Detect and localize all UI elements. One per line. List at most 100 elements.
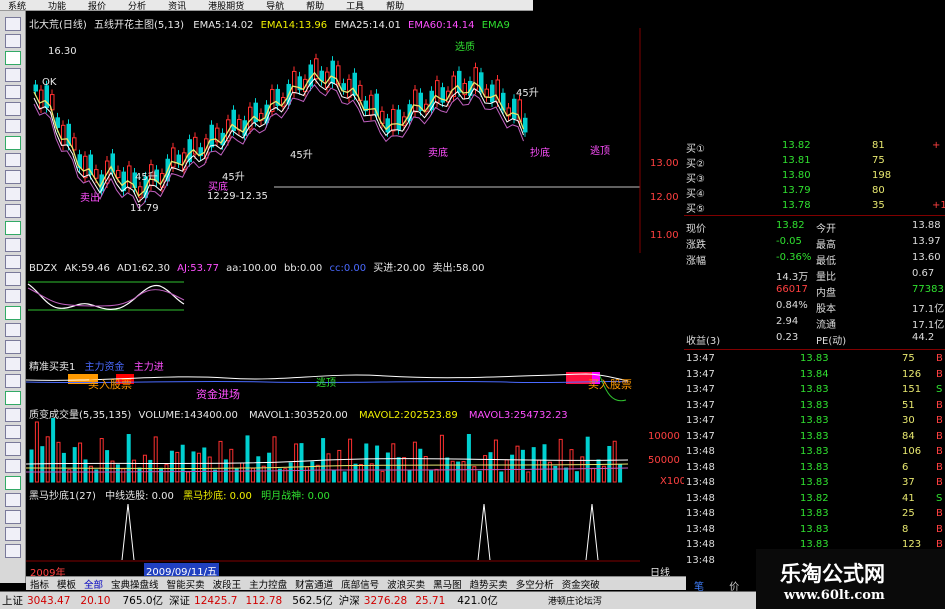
indicator-tab[interactable]: 模板 bbox=[53, 577, 80, 591]
chart-icon[interactable] bbox=[5, 289, 21, 303]
menu-item-system[interactable]: 系统 bbox=[0, 0, 26, 12]
hs-label: 沪深 bbox=[338, 595, 360, 607]
menu-item-hk-futures[interactable]: 港股期货 bbox=[200, 0, 244, 12]
menu-item-info[interactable]: 资讯 bbox=[160, 0, 186, 12]
tick-volume: 25 bbox=[902, 508, 915, 519]
stat-label: 收益(3) bbox=[686, 336, 721, 347]
volume-bar bbox=[159, 467, 164, 483]
chart-icon[interactable] bbox=[5, 459, 21, 473]
volume-bar bbox=[612, 440, 617, 483]
volume-bar bbox=[434, 468, 439, 483]
chart-icon[interactable] bbox=[5, 68, 21, 82]
tick-price: 13.83 bbox=[800, 415, 829, 426]
tick-row: 13:47 13.83 84 B bbox=[684, 431, 945, 445]
chart-icon[interactable] bbox=[5, 51, 21, 65]
tick-row: 13:48 13.83 37 B bbox=[684, 477, 945, 491]
y-tick-13: 13.00 bbox=[650, 158, 679, 169]
candlestick-chart[interactable] bbox=[26, 28, 684, 253]
chart-icon[interactable] bbox=[5, 306, 21, 320]
stat-value-2: 0.67 bbox=[912, 268, 935, 279]
volume-bar bbox=[121, 468, 126, 483]
tick-volume: 6 bbox=[902, 461, 909, 473]
chart-icon[interactable] bbox=[5, 408, 21, 422]
indicator-tab[interactable]: 波段王 bbox=[209, 577, 246, 591]
tick-time: 13:47 bbox=[686, 384, 715, 395]
menu-item-tools[interactable]: 工具 bbox=[338, 0, 364, 12]
indicator-tab[interactable]: 资金突破 bbox=[558, 577, 604, 591]
indicator-tab[interactable]: 波浪买卖 bbox=[383, 577, 429, 591]
chart-icon[interactable] bbox=[5, 493, 21, 507]
chart-icon[interactable] bbox=[5, 272, 21, 286]
tick-time: 13:47 bbox=[686, 430, 715, 442]
chart-icon[interactable] bbox=[5, 442, 21, 456]
candle bbox=[473, 67, 478, 90]
chart-icon[interactable] bbox=[5, 544, 21, 558]
chart-icon[interactable] bbox=[5, 391, 21, 405]
indicator-tab[interactable]: 智能买卖 bbox=[163, 577, 209, 591]
chart-icon[interactable] bbox=[5, 136, 21, 150]
chart-icon[interactable] bbox=[5, 323, 21, 337]
volume-bar bbox=[515, 445, 520, 483]
chart-icon[interactable] bbox=[5, 34, 21, 48]
menu-item-quote[interactable]: 报价 bbox=[80, 0, 106, 12]
volume-bar bbox=[488, 452, 493, 483]
bdzx-cc: cc:0.00 bbox=[329, 263, 367, 274]
menu-item-function[interactable]: 功能 bbox=[40, 0, 66, 12]
chart-icon[interactable] bbox=[5, 204, 21, 218]
indicator-tab[interactable]: 宝典操盘线 bbox=[107, 577, 163, 591]
menu-item-help2[interactable]: 帮助 bbox=[378, 0, 404, 12]
chart-icon[interactable] bbox=[5, 510, 21, 524]
chart-icon[interactable] bbox=[5, 187, 21, 201]
chart-icon[interactable] bbox=[5, 102, 21, 116]
forum-link[interactable]: 港顿庄论坛泻 bbox=[548, 594, 602, 607]
candle bbox=[292, 70, 297, 94]
stat-row: 涨幅 -0.36% 最低 13.60 bbox=[684, 252, 945, 267]
tick-row: 13:48 13.83 25 B bbox=[684, 508, 945, 522]
menu-item-help[interactable]: 帮助 bbox=[298, 0, 324, 12]
chart-icon[interactable] bbox=[5, 255, 21, 269]
chart-icon[interactable] bbox=[5, 425, 21, 439]
tick-flag: B bbox=[936, 415, 943, 426]
indicator-tab[interactable]: 多空分析 bbox=[512, 577, 558, 591]
volume-bar bbox=[126, 434, 131, 483]
indicator-tab[interactable]: 趋势买卖 bbox=[466, 577, 512, 591]
tick-price: 13.83 bbox=[800, 399, 829, 411]
chart-icon[interactable] bbox=[5, 85, 21, 99]
stat-value: 14.3万 bbox=[776, 272, 809, 283]
chart-icon[interactable] bbox=[5, 153, 21, 167]
stat-value: 2.94 bbox=[776, 316, 799, 327]
candle bbox=[391, 108, 396, 132]
indicator-tab[interactable]: 黑马图 bbox=[429, 577, 466, 591]
indicator-tab[interactable]: 底部信号 bbox=[337, 577, 383, 591]
bdzx-oscillator[interactable] bbox=[26, 272, 186, 320]
indicator-tab[interactable]: 主力控盘 bbox=[245, 577, 291, 591]
blackhorse-chart[interactable] bbox=[26, 500, 640, 562]
chart-icon[interactable] bbox=[5, 374, 21, 388]
chart-icon[interactable] bbox=[5, 357, 21, 371]
tick-price: 13.83 bbox=[800, 384, 829, 395]
chart-icon[interactable] bbox=[5, 340, 21, 354]
volume-bar bbox=[186, 471, 191, 483]
chart-icon[interactable] bbox=[5, 119, 21, 133]
volume-bar bbox=[348, 438, 353, 483]
chart-icon[interactable] bbox=[5, 17, 21, 31]
chart-icon[interactable] bbox=[5, 238, 21, 252]
indicator-tab[interactable]: 指标 bbox=[26, 577, 53, 591]
chart-icon[interactable] bbox=[5, 527, 21, 541]
menu-item-nav[interactable]: 导航 bbox=[258, 0, 284, 12]
indicator-tab[interactable]: 财富通道 bbox=[291, 577, 337, 591]
tick-volume: 75 bbox=[902, 353, 915, 364]
chart-icon[interactable] bbox=[5, 476, 21, 490]
menu-item-analysis[interactable]: 分析 bbox=[120, 0, 146, 12]
volume-chart[interactable] bbox=[26, 418, 640, 484]
chart-icon[interactable] bbox=[5, 221, 21, 235]
volume-bar bbox=[105, 450, 110, 483]
bid-price: 13.80 bbox=[782, 170, 811, 181]
tick-row: 13:47 13.83 51 B bbox=[684, 400, 945, 414]
volume-bar bbox=[542, 444, 547, 483]
indicator-tab[interactable]: 全部 bbox=[80, 577, 107, 591]
tick-time: 13:47 bbox=[686, 368, 715, 380]
chart-icon[interactable] bbox=[5, 170, 21, 184]
volume-bar bbox=[294, 443, 299, 483]
bid-volume: 75 bbox=[872, 155, 885, 166]
